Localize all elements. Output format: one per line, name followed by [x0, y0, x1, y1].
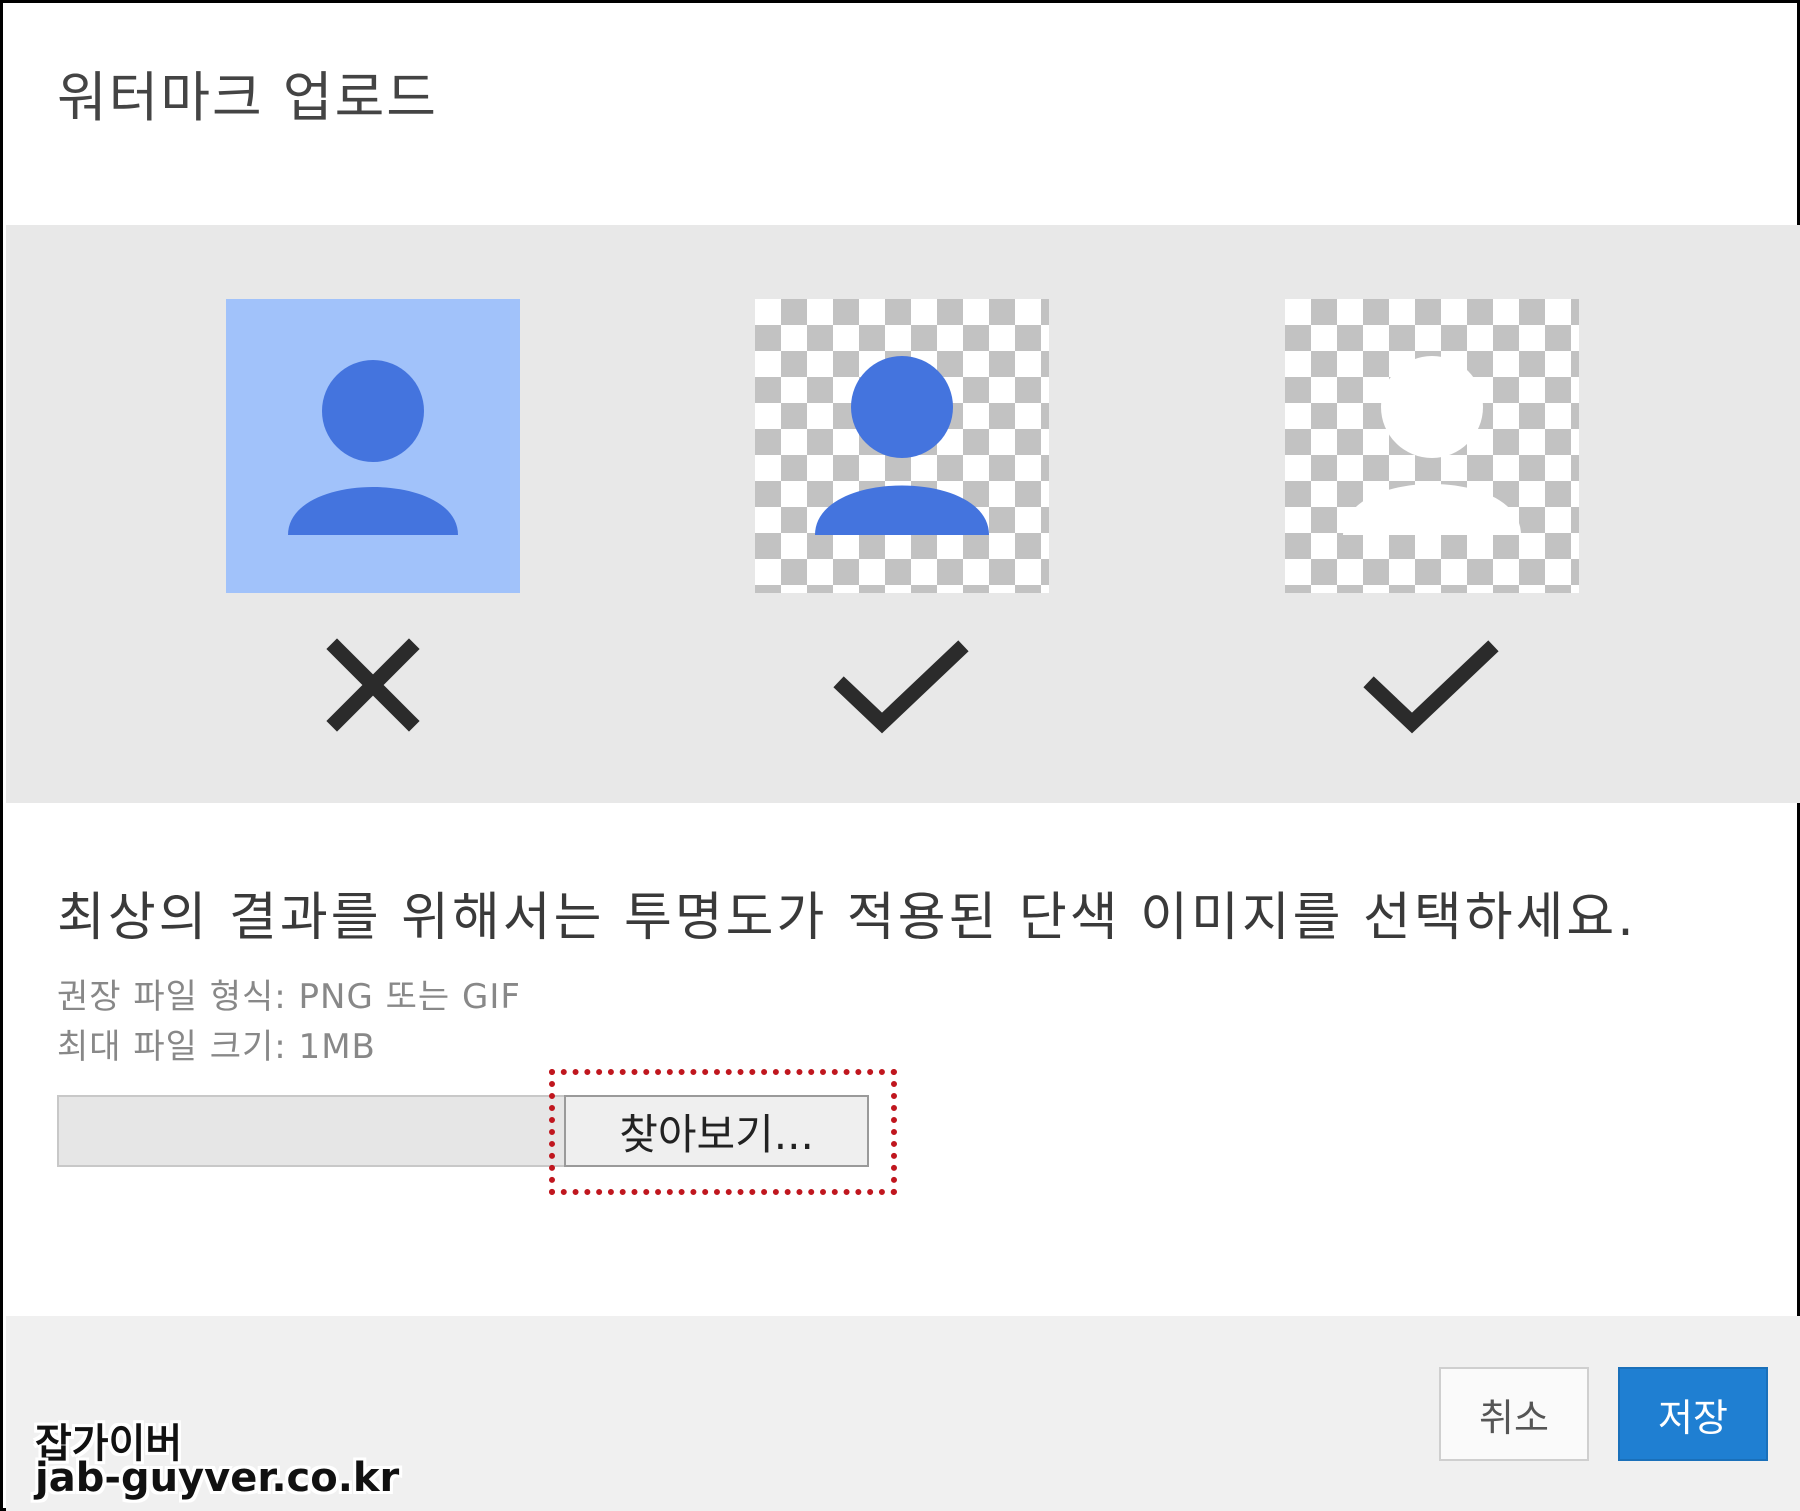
cancel-button[interactable]: 취소	[1439, 1367, 1589, 1461]
recommended-format-text: 권장 파일 형식: PNG 또는 GIF	[57, 977, 521, 1017]
x-icon	[303, 637, 443, 747]
example-transparent-white	[1285, 299, 1579, 593]
example-panel	[6, 225, 1800, 803]
example-solid-background	[226, 299, 520, 593]
check-icon	[832, 637, 972, 747]
user-icon	[288, 360, 458, 535]
file-path-field[interactable]	[57, 1095, 569, 1167]
save-button[interactable]: 저장	[1618, 1367, 1768, 1461]
user-icon	[815, 356, 989, 535]
upload-watermark-dialog: 워터마크 업로드 최상의 결과를 위해서는 투명도가 적용된 단색 이미지를 선…	[0, 0, 1800, 1511]
browse-button[interactable]: 찾아보기...	[564, 1095, 869, 1167]
example-transparent-colored	[755, 299, 1049, 593]
dialog-title: 워터마크 업로드	[57, 66, 438, 129]
site-watermark-url: jab-guyver.co.kr	[35, 1455, 400, 1501]
check-icon	[1362, 637, 1502, 747]
user-icon	[1343, 356, 1521, 535]
instruction-text: 최상의 결과를 위해서는 투명도가 적용된 단색 이미지를 선택하세요.	[57, 888, 1637, 948]
max-file-size-text: 최대 파일 크기: 1MB	[57, 1027, 376, 1067]
